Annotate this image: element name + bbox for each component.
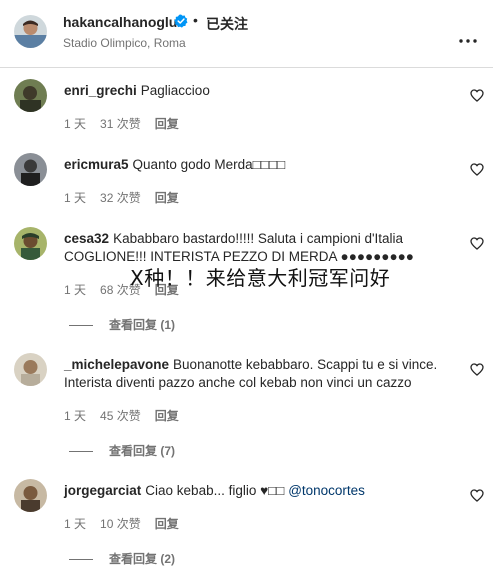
comment-username[interactable]: ericmura5 [64,157,129,172]
overlay-caption: X种！！来给意大利冠军问好 [130,266,391,290]
comment-content: _michelepavone Buonanotte kebabbaro. Scap… [64,356,454,392]
comment-time: 1 天 [64,517,87,531]
comment-time: 1 天 [64,191,87,205]
replies-divider-line [69,325,93,327]
verified-badge-icon [174,14,188,28]
comment-content: jorgegarciat Ciao kebab... figlio ♥□□ @to… [64,482,454,500]
comment-meta: 1 天 10 次赞 回复 [64,515,193,532]
replies-divider-line [69,559,93,561]
comment-text: Kababbaro bastardo!!!!! Saluta i campion… [64,231,414,264]
comment-likes[interactable]: 10 次赞 [100,517,141,531]
reply-button[interactable]: 回复 [155,191,179,205]
mention-link[interactable]: @tonocortes [288,483,365,498]
view-replies-label[interactable]: 查看回复 (2) [109,552,175,566]
view-replies-label[interactable]: 查看回复 (1) [109,318,175,332]
replies-divider-line [69,451,93,453]
comment-likes[interactable]: 45 次赞 [100,409,141,423]
comment-likes[interactable]: 31 次赞 [100,117,141,131]
comment-text: Quanto godo Merda□□□□ [132,157,286,172]
like-heart-icon[interactable] [470,489,484,502]
view-replies-label[interactable]: 查看回复 (7) [109,444,175,458]
like-heart-icon[interactable] [470,237,484,250]
post-location[interactable]: Stadio Olimpico, Roma [63,36,186,50]
comment-username[interactable]: cesa32 [64,231,109,246]
reply-button[interactable]: 回复 [155,517,179,531]
commenter-avatar[interactable] [14,79,47,112]
comment-username[interactable]: jorgegarciat [64,483,141,498]
view-replies-button[interactable]: 查看回复 (2) [69,550,175,567]
commenter-avatar[interactable] [14,353,47,386]
commenter-avatar[interactable] [14,153,47,186]
following-button[interactable]: 已关注 [206,14,248,34]
comment-time: 1 天 [64,117,87,131]
reply-button[interactable]: 回复 [155,117,179,131]
more-options-icon[interactable] [459,30,477,43]
commenter-avatar[interactable] [14,227,47,260]
like-heart-icon[interactable] [470,89,484,102]
comment-time: 1 天 [64,409,87,423]
commenter-avatar[interactable] [14,479,47,512]
comment-content: ericmura5 Quanto godo Merda□□□□ [64,156,454,174]
comment-meta: 1 天 31 次赞 回复 [64,115,193,132]
post-author-username[interactable]: hakancalhanoglu [63,14,177,30]
comment-meta: 1 天 32 次赞 回复 [64,189,193,206]
comment-content: cesa32 Kababbaro bastardo!!!!! Saluta i c… [64,230,454,266]
comment-text: Ciao kebab... figlio ♥□□ [145,483,285,498]
separator-dot: • [193,12,198,28]
comment-time: 1 天 [64,283,87,297]
comment-username[interactable]: _michelepavone [64,357,169,372]
reply-button[interactable]: 回复 [155,409,179,423]
comment-likes[interactable]: 32 次赞 [100,191,141,205]
comment-text: Pagliaccioo [140,83,210,98]
view-replies-button[interactable]: 查看回复 (1) [69,316,175,333]
like-heart-icon[interactable] [470,363,484,376]
post-header: hakancalhanoglu • 已关注 Stadio Olimpico, R… [0,0,493,68]
comment-meta: 1 天 45 次赞 回复 [64,407,193,424]
comment-username[interactable]: enri_grechi [64,83,137,98]
view-replies-button[interactable]: 查看回复 (7) [69,442,175,459]
like-heart-icon[interactable] [470,163,484,176]
comment-content: enri_grechi Pagliaccioo [64,82,454,100]
profile-avatar[interactable] [14,15,47,48]
